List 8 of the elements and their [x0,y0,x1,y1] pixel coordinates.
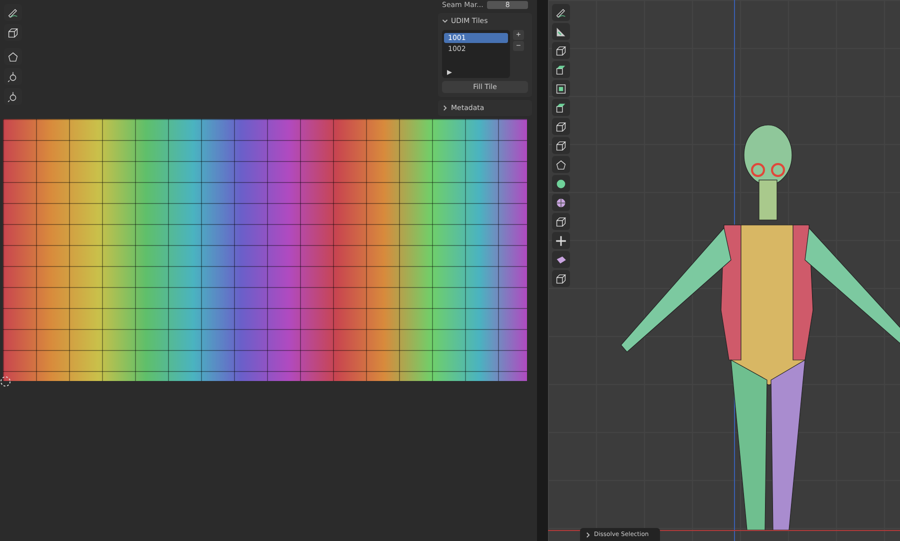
measure-tool-icon[interactable] [552,23,570,40]
annotate-tool-icon[interactable] [552,4,570,21]
inset-tool-icon[interactable] [552,80,570,97]
cursor-icon [0,376,11,387]
add-cube-tool-icon[interactable] [552,42,570,59]
remove-button[interactable]: − [513,41,524,51]
play-icon [447,70,452,75]
add-button[interactable]: + [513,30,524,40]
